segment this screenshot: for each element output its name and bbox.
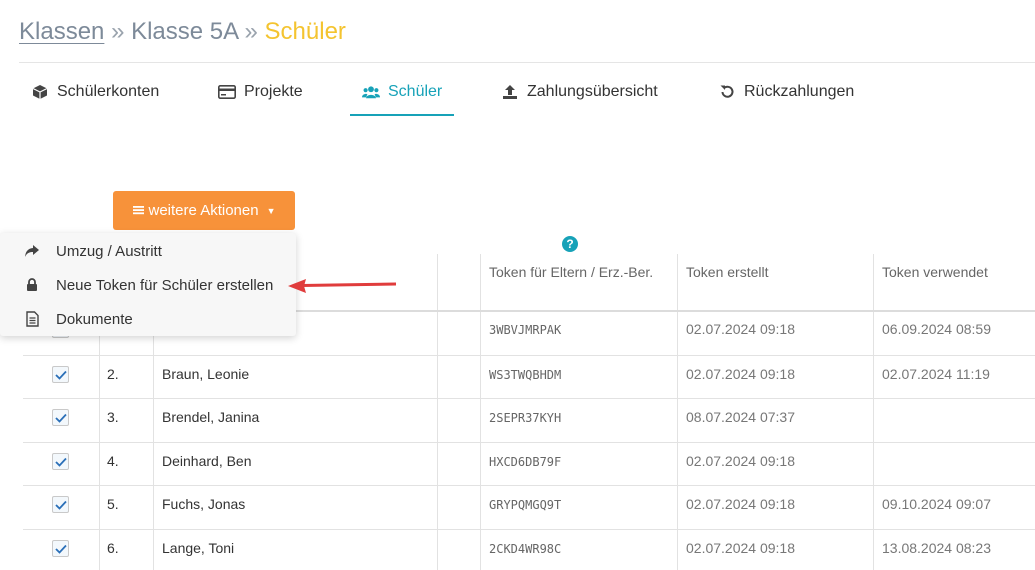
row-checkbox[interactable] [52, 366, 69, 383]
tab-label: Zahlungsübersicht [527, 83, 658, 100]
row-divider [23, 442, 1035, 443]
column-divider [99, 310, 100, 570]
student-name[interactable]: Braun, Leonie [162, 366, 249, 382]
share-arrow-icon [23, 244, 41, 258]
token-value: 2CKD4WR98C [489, 542, 562, 556]
menu-item-new-token[interactable]: Neue Token für Schüler erstellen [0, 269, 296, 301]
row-checkbox[interactable] [52, 409, 69, 426]
token-used: 13.08.2024 08:23 [882, 540, 991, 556]
menu-item-label: Umzug / Austritt [56, 242, 162, 260]
column-header-token-parent[interactable]: Token für Eltern / Erz.-Ber. [489, 262, 669, 283]
token-value: GRYPQMGQ9T [489, 498, 562, 512]
row-divider [23, 355, 1035, 356]
student-name[interactable]: Brendel, Janina [162, 409, 259, 425]
menu-item-dokumente[interactable]: Dokumente [0, 303, 296, 335]
document-icon [23, 311, 41, 327]
lock-icon [23, 278, 41, 292]
breadcrumb-link-klassen[interactable]: Klassen [19, 18, 104, 45]
student-name[interactable]: Deinhard, Ben [162, 453, 252, 469]
column-divider [873, 254, 874, 570]
tab-rueckzahlungen[interactable]: Rückzahlungen [718, 70, 854, 114]
row-number: 4. [107, 453, 119, 469]
breadcrumb-separator: » [111, 18, 125, 45]
breadcrumb-separator: » [244, 18, 258, 45]
tab-schueler[interactable]: Schüler [350, 70, 455, 116]
token-created: 02.07.2024 09:18 [686, 496, 795, 512]
menu-item-label: Dokumente [56, 310, 133, 328]
token-created: 02.07.2024 09:18 [686, 321, 795, 337]
check-icon [54, 457, 67, 467]
check-icon [54, 544, 67, 554]
token-value: HXCD6DB79F [489, 455, 562, 469]
tab-label: Rückzahlungen [744, 83, 855, 100]
menu-icon [132, 202, 144, 219]
breadcrumb-class[interactable]: Klasse 5A [131, 18, 238, 45]
tab-label: Schülerkonten [57, 83, 160, 100]
tab-projekte[interactable]: Projekte [218, 70, 303, 114]
token-created: 02.07.2024 09:18 [686, 366, 795, 382]
row-number: 5. [107, 496, 119, 512]
token-value: 3WBVJMRPAK [489, 323, 562, 337]
token-used: 06.09.2024 08:59 [882, 321, 991, 337]
token-created: 02.07.2024 09:18 [686, 540, 795, 556]
tab-label: Projekte [244, 83, 303, 100]
column-divider [437, 254, 438, 570]
token-used: 09.10.2024 09:07 [882, 496, 991, 512]
student-name[interactable]: Fuchs, Jonas [162, 496, 245, 512]
credit-card-icon [218, 83, 236, 101]
row-divider [23, 529, 1035, 530]
help-icon[interactable]: ? [562, 236, 578, 252]
token-used: 02.07.2024 11:19 [882, 366, 990, 382]
actions-dropdown-menu: Umzug / Austritt Neue Token für Schüler … [0, 233, 296, 336]
column-divider [677, 254, 678, 570]
upload-icon [501, 83, 519, 101]
row-number: 2. [107, 366, 119, 382]
check-icon [54, 413, 67, 423]
annotation-arrow-icon [288, 279, 397, 293]
breadcrumb-current: Schüler [264, 18, 346, 45]
row-checkbox[interactable] [52, 496, 69, 513]
tab-zahlungsuebersicht[interactable]: Zahlungsübersicht [501, 70, 658, 114]
breadcrumb: Klassen » Klasse 5A » Schüler [19, 18, 346, 46]
column-header-token-used[interactable]: Token verwendet [882, 262, 988, 283]
token-value: WS3TWQBHDM [489, 368, 562, 382]
tab-label: Schüler [388, 83, 443, 100]
column-divider [153, 310, 154, 570]
row-divider [23, 485, 1035, 486]
divider [19, 62, 1035, 63]
cube-icon [31, 83, 49, 101]
column-header-token-created[interactable]: Token erstellt [686, 262, 768, 283]
users-icon [362, 83, 380, 101]
row-checkbox[interactable] [52, 453, 69, 470]
more-actions-label: weitere Aktionen [148, 202, 259, 219]
undo-icon [718, 83, 736, 101]
check-icon [54, 500, 67, 510]
row-divider [23, 398, 1035, 399]
more-actions-button[interactable]: weitere Aktionen ▼ [113, 191, 295, 230]
row-number: 6. [107, 540, 119, 556]
caret-down-icon: ▼ [266, 205, 276, 216]
token-created: 08.07.2024 07:37 [686, 409, 795, 425]
column-divider [480, 254, 481, 570]
token-value: 2SEPR37KYH [489, 411, 562, 425]
check-icon [54, 370, 67, 380]
tab-schuelerkonten[interactable]: Schülerkonten [31, 70, 159, 114]
row-checkbox[interactable] [52, 540, 69, 557]
menu-item-umzug-austritt[interactable]: Umzug / Austritt [0, 235, 296, 267]
student-name[interactable]: Lange, Toni [162, 540, 234, 556]
token-created: 02.07.2024 09:18 [686, 453, 795, 469]
menu-item-label: Neue Token für Schüler erstellen [56, 276, 274, 294]
row-number: 3. [107, 409, 119, 425]
